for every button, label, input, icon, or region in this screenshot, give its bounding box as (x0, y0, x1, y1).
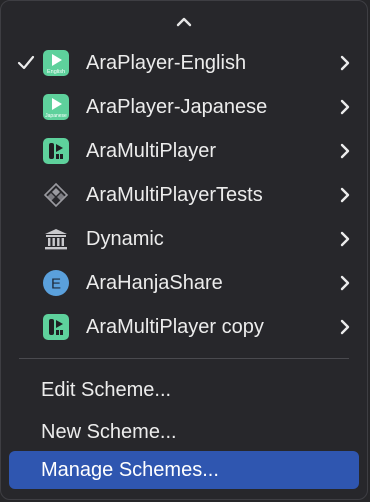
menu-divider (19, 358, 349, 359)
scroll-up-arrow[interactable] (1, 11, 367, 33)
framework-icon (42, 225, 70, 253)
app-icon-caption: English (47, 69, 65, 75)
scheme-item-arahanjashare[interactable]: E AraHanjaShare (9, 263, 359, 303)
extension-icon: E (42, 269, 70, 297)
scheme-item-aramultiplayer[interactable]: AraMultiPlayer (9, 131, 359, 171)
chevron-right-icon (337, 185, 353, 205)
new-scheme-menu-item[interactable]: New Scheme... (9, 413, 359, 451)
scheme-item-aramultiplayertests[interactable]: AraMultiPlayerTests (9, 175, 359, 215)
test-bundle-icon (42, 181, 70, 209)
edit-scheme-menu-item[interactable]: Edit Scheme... (9, 371, 359, 409)
extension-icon-letter: E (51, 276, 61, 293)
app-target-icon: English (42, 49, 70, 77)
scheme-item-dynamic[interactable]: Dynamic (9, 219, 359, 259)
multiplayer-app-icon (42, 313, 70, 341)
chevron-right-icon (337, 53, 353, 73)
manage-schemes-menu-item[interactable]: Manage Schemes... (9, 451, 359, 489)
multiplayer-app-icon (42, 137, 70, 165)
chevron-right-icon (337, 317, 353, 337)
chevron-right-icon (337, 273, 353, 293)
scheme-menu: English AraPlayer-English Japanese AraPl… (0, 0, 368, 500)
scheme-label: AraPlayer-Japanese (86, 95, 268, 118)
scheme-item-araplayer-japanese[interactable]: Japanese AraPlayer-Japanese (9, 87, 359, 127)
app-icon-caption: Japanese (45, 113, 67, 119)
chevron-right-icon (337, 229, 353, 249)
menu-item-label: New Scheme... (41, 420, 177, 443)
scheme-label: AraMultiPlayerTests (86, 183, 263, 206)
scheme-label: AraMultiPlayer copy (86, 315, 264, 338)
scheme-item-aramultiplayer-copy[interactable]: AraMultiPlayer copy (9, 307, 359, 347)
chevron-right-icon (337, 141, 353, 161)
scheme-item-araplayer-english[interactable]: English AraPlayer-English (9, 43, 359, 83)
checkmark-icon (15, 52, 37, 74)
app-target-icon: Japanese (42, 93, 70, 121)
chevron-up-icon (176, 17, 192, 27)
menu-item-label: Manage Schemes... (41, 458, 219, 481)
chevron-right-icon (337, 97, 353, 117)
menu-item-label: Edit Scheme... (41, 378, 172, 401)
scheme-label: AraPlayer-English (86, 51, 247, 74)
scheme-label: Dynamic (86, 227, 164, 250)
scheme-label: AraMultiPlayer (86, 139, 217, 162)
scheme-label: AraHanjaShare (86, 271, 223, 294)
